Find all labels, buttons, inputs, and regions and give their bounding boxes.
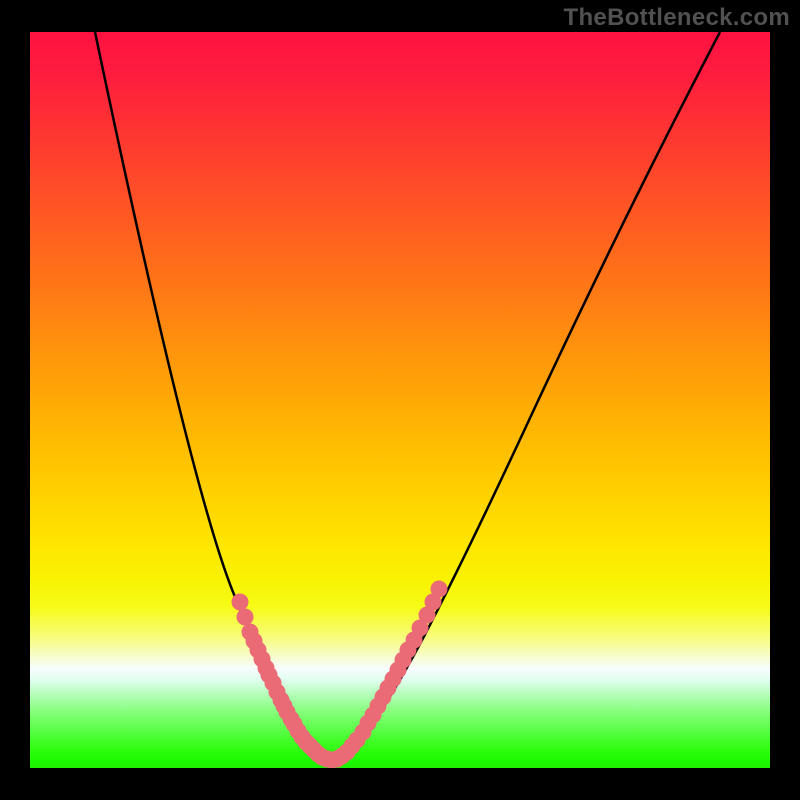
dots-left-group <box>232 594 311 746</box>
data-dot <box>232 594 249 611</box>
chart-frame: TheBottleneck.com <box>0 0 800 800</box>
data-dot <box>431 581 448 598</box>
curve-svg <box>30 32 770 768</box>
plot-area <box>30 32 770 768</box>
watermark-text: TheBottleneck.com <box>564 4 790 32</box>
data-dot <box>237 609 254 626</box>
dots-right-group <box>355 581 448 741</box>
dots-bottom-group <box>298 732 366 769</box>
